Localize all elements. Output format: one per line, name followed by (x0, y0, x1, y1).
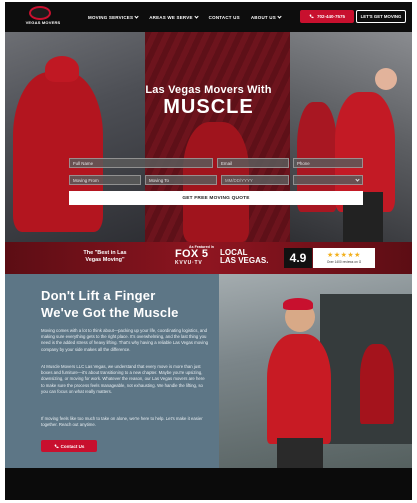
logo-text: VEGAS MOVERS (25, 20, 61, 25)
email-field[interactable]: Email (217, 158, 289, 168)
phone-button[interactable]: 702-440-7575 (300, 10, 354, 23)
chevron-down-icon (355, 176, 360, 182)
footer-strip (5, 468, 412, 500)
contact-us-button[interactable]: Contact Us (41, 440, 97, 452)
phone-number: 702-440-7575 (316, 14, 346, 19)
hero-section: Las Vegas Movers With MUSCLE Full Name E… (5, 32, 412, 242)
intro-paragraph-2: At Muscle Movers LLC Las Vegas, we under… (41, 364, 205, 394)
kvvu-text: KVVU·TV (175, 260, 203, 266)
review-count-text: Over 1400 reviews on G (326, 260, 362, 264)
mover-legs (277, 438, 323, 468)
section-heading-line2: We've Got the Muscle (41, 305, 179, 320)
las-vegas-text: LAS VEGAS. (220, 256, 269, 265)
mover-cap (45, 56, 79, 82)
page: VEGAS MOVERS MOVING SERVICES AREAS WE SE… (5, 2, 412, 500)
full-name-field[interactable]: Full Name (69, 158, 213, 168)
nav-label: ABOUT US (250, 14, 276, 20)
move-date-field[interactable]: MM/DD/YYYY (221, 175, 289, 185)
intro-section: Don't Lift a Finger We've Got the Muscle… (5, 274, 412, 468)
fox5-text: FOX 5 (175, 248, 209, 260)
logo[interactable]: VEGAS MOVERS (23, 6, 60, 28)
hero-title-line2: MUSCLE (163, 96, 254, 118)
nav-label: CONTACT US (208, 14, 240, 20)
nav-label: MOVING SERVICES (88, 14, 134, 20)
nav-about-us[interactable]: ABOUT US (250, 13, 282, 20)
section-heading-line1: Don't Lift a Finger (41, 288, 156, 303)
site-header: VEGAS MOVERS MOVING SERVICES AREAS WE SE… (5, 2, 412, 32)
phone-field[interactable]: Phone (293, 158, 363, 168)
logo-emblem (29, 6, 51, 20)
rating-score: 4.9 (284, 248, 312, 268)
get-free-quote-button[interactable]: GET FREE MOVING QUOTE (69, 191, 363, 205)
phone-icon (309, 14, 314, 19)
best-tagline-line1: The "Best in Las (83, 250, 127, 256)
main-nav: MOVING SERVICES AREAS WE SERVE CONTACT U… (88, 2, 282, 32)
mover-figure (360, 344, 394, 424)
fox5-logo: FOX 5 KVVU·TV (175, 249, 219, 267)
contact-us-label: Contact Us (60, 443, 85, 449)
phone-icon (54, 444, 59, 448)
moving-from-field[interactable]: Moving From (69, 175, 141, 185)
local-las-vegas-logo: LOCAL LAS VEGAS. (220, 249, 268, 265)
mover-figure (267, 334, 331, 444)
nav-areas-we-serve[interactable]: AREAS WE SERVE (149, 13, 199, 20)
star-rating-icon: ★★★★★ (327, 252, 361, 259)
nav-label: AREAS WE SERVE (149, 14, 193, 20)
home-size-select[interactable] (293, 175, 363, 185)
intro-paragraph-3: If moving feels like too much to take on… (41, 416, 203, 428)
nav-moving-services[interactable]: MOVING SERVICES (88, 13, 139, 20)
nav-contact-us[interactable]: CONTACT US (209, 15, 240, 20)
hero-title-line1: Las Vegas Movers With (145, 84, 272, 96)
chevron-down-icon (194, 13, 199, 19)
chevron-down-icon (277, 13, 282, 19)
review-badge[interactable]: ★★★★★ Over 1400 reviews on G (313, 248, 375, 268)
lets-get-moving-button[interactable]: LET'S GET MOVING (356, 10, 406, 23)
best-tagline-line2: Vegas Moving" (85, 257, 125, 263)
mover-cap (283, 298, 313, 310)
intro-paragraph-1: Moving comes with a lot to think about—p… (41, 328, 208, 352)
moving-to-field[interactable]: Moving To (145, 175, 217, 185)
chevron-down-icon (134, 13, 139, 19)
